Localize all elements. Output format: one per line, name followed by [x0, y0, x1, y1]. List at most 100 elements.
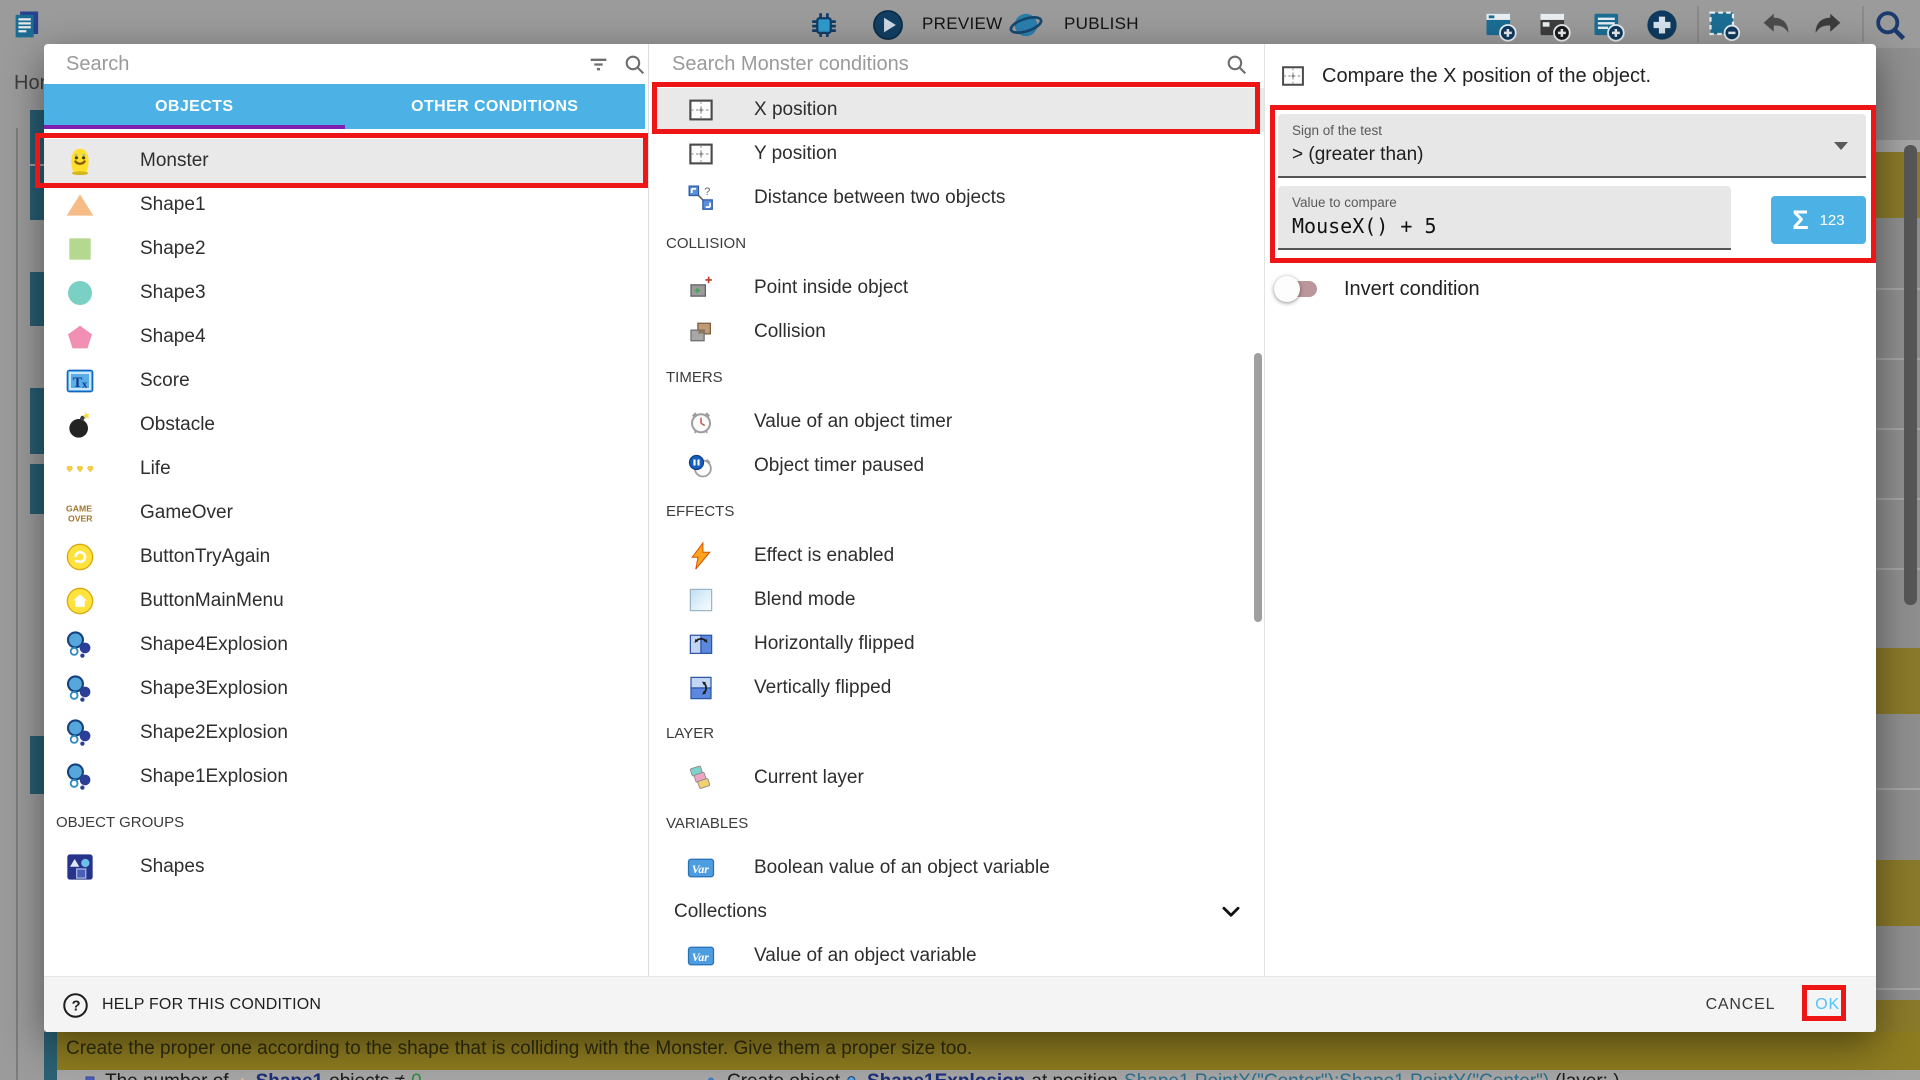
condition-title-text: Compare the X position of the object.	[1322, 65, 1651, 88]
toolbar-search-icon[interactable]	[1872, 7, 1908, 43]
add-subevent-icon[interactable]	[1536, 7, 1572, 43]
add-comment-icon[interactable]	[1590, 7, 1626, 43]
condition-row[interactable]: X position	[656, 88, 1264, 132]
object-row[interactable]: Shapes	[44, 845, 645, 889]
position-icon	[686, 95, 716, 125]
search-icon	[1224, 52, 1249, 77]
value-to-compare-input[interactable]	[1292, 214, 1712, 238]
object-row[interactable]: Shape1Explosion	[44, 755, 645, 799]
svg-text:Var: Var	[692, 950, 710, 964]
effect-icon	[686, 541, 716, 571]
background-comment-row: Create the proper one according to the s…	[44, 1032, 1920, 1070]
object-row[interactable]: Tx Score	[44, 359, 645, 403]
search-icon	[622, 52, 647, 77]
distance-icon: ?	[686, 183, 716, 213]
redo-icon[interactable]	[1810, 7, 1846, 43]
condition-row[interactable]: Blend mode	[656, 578, 1264, 622]
position-icon	[686, 139, 716, 169]
object-row[interactable]: Shape4Explosion	[44, 623, 645, 667]
hearts-icon	[64, 453, 96, 485]
object-row[interactable]: Shape1	[44, 183, 645, 227]
tab-objects[interactable]: OBJECTS	[44, 84, 345, 129]
tab-other-conditions[interactable]: OTHER CONDITIONS	[345, 84, 646, 129]
condition-row[interactable]: Horizontally flipped	[656, 622, 1264, 666]
publish-button[interactable]: PUBLISH	[1064, 14, 1139, 34]
blend-icon	[686, 585, 716, 615]
cancel-button[interactable]: CANCEL	[1706, 996, 1776, 1014]
timer-icon	[686, 407, 716, 437]
comment-text: Create the proper one according to the s…	[66, 1038, 972, 1060]
comment-block	[1876, 860, 1920, 926]
filter-list-icon[interactable]	[586, 52, 611, 77]
create-object-icon	[706, 1075, 721, 1080]
object-row[interactable]: ButtonMainMenu	[44, 579, 645, 623]
condition-row[interactable]: EFFECTS	[656, 488, 1264, 534]
explosion-icon	[846, 1075, 861, 1080]
object-row[interactable]: Shape3	[44, 271, 645, 315]
var-icon: Var	[686, 853, 716, 883]
condition-row[interactable]: COLLISION	[656, 220, 1264, 266]
object-row[interactable]: Life	[44, 447, 645, 491]
expression-editor-button[interactable]: Σ 123	[1771, 196, 1866, 244]
select-events-icon[interactable]	[1706, 7, 1742, 43]
chevron-down-icon	[1834, 142, 1848, 150]
condition-search-input[interactable]	[672, 44, 1192, 84]
object-row[interactable]: Monster	[44, 139, 645, 183]
object-row[interactable]: OBJECT GROUPS	[44, 799, 645, 845]
monster-icon	[64, 145, 96, 177]
event-block	[30, 110, 44, 164]
condition-search-bar	[656, 44, 1264, 84]
help-link[interactable]: ? HELP FOR THIS CONDITION	[62, 977, 321, 1033]
condition-row[interactable]: Var Boolean value of an object variable	[656, 846, 1264, 890]
background-event-row: The number of Shape1 objects ≠ 0 Create …	[44, 1070, 1920, 1080]
condition-row[interactable]: ? Distance between two objects	[656, 176, 1264, 220]
object-search-input[interactable]	[66, 44, 566, 84]
triangle-icon	[235, 1075, 250, 1080]
x-position-icon	[1279, 62, 1307, 90]
condition-row[interactable]: VARIABLES	[656, 800, 1264, 846]
condition-row[interactable]: Current layer	[656, 756, 1264, 800]
condition-row[interactable]: Collision	[656, 310, 1264, 354]
object-row[interactable]: GAMEOVER GameOver	[44, 491, 645, 535]
publish-icon[interactable]	[1008, 7, 1044, 43]
condition-row[interactable]: Effect is enabled	[656, 534, 1264, 578]
object-tabs: OBJECTS OTHER CONDITIONS	[44, 84, 645, 129]
project-manager-icon[interactable]	[10, 7, 46, 43]
invert-condition-toggle[interactable]	[1277, 281, 1317, 297]
object-row[interactable]: Shape3Explosion	[44, 667, 645, 711]
add-element-icon[interactable]	[1644, 7, 1680, 43]
condition-row[interactable]: Var Value of an object variable	[656, 934, 1264, 976]
square-icon	[64, 233, 96, 265]
object-row[interactable]: Shape2	[44, 227, 645, 271]
undo-icon[interactable]	[1758, 7, 1794, 43]
preview-play-icon[interactable]	[870, 7, 906, 43]
toolbar-separator	[1697, 6, 1699, 42]
object-row[interactable]: ButtonTryAgain	[44, 535, 645, 579]
object-row[interactable]: Shape4	[44, 315, 645, 359]
ok-button[interactable]: OK	[1815, 996, 1840, 1014]
condition-row[interactable]: Y position	[656, 132, 1264, 176]
condition-row[interactable]: Object timer paused	[656, 444, 1264, 488]
object-row[interactable]: Shape2Explosion	[44, 711, 645, 755]
condition-row[interactable]: Point inside object	[656, 266, 1264, 310]
debug-icon[interactable]	[806, 7, 842, 43]
condition-row[interactable]: Vertically flipped	[656, 666, 1264, 710]
toolbar-separator	[1862, 6, 1864, 42]
condition-list: X position Y position ? Distance between…	[656, 88, 1264, 976]
object-row[interactable]: Obstacle	[44, 403, 645, 447]
choose-condition-dialog: OBJECTS OTHER CONDITIONS Monster Shape1 …	[44, 44, 1876, 1032]
preview-button[interactable]: PREVIEW	[922, 14, 1003, 34]
dialog-footer: ? HELP FOR THIS CONDITION CANCEL OK	[44, 976, 1876, 1032]
shapes-group-icon	[64, 851, 96, 883]
events-scrollbar[interactable]	[1904, 145, 1917, 605]
condition-list-scrollbar[interactable]	[1254, 353, 1262, 622]
sign-of-test-select[interactable]: Sign of the test > (greater than)	[1278, 114, 1866, 178]
condition-row[interactable]: Collections	[656, 890, 1264, 934]
event-marker	[44, 1032, 57, 1080]
condition-row[interactable]: TIMERS	[656, 354, 1264, 400]
add-event-icon[interactable]	[1482, 7, 1518, 43]
condition-row[interactable]: Value of an object timer	[656, 400, 1264, 444]
event-block	[30, 166, 44, 220]
svg-text:OVER: OVER	[68, 514, 93, 524]
condition-row[interactable]: LAYER	[656, 710, 1264, 756]
